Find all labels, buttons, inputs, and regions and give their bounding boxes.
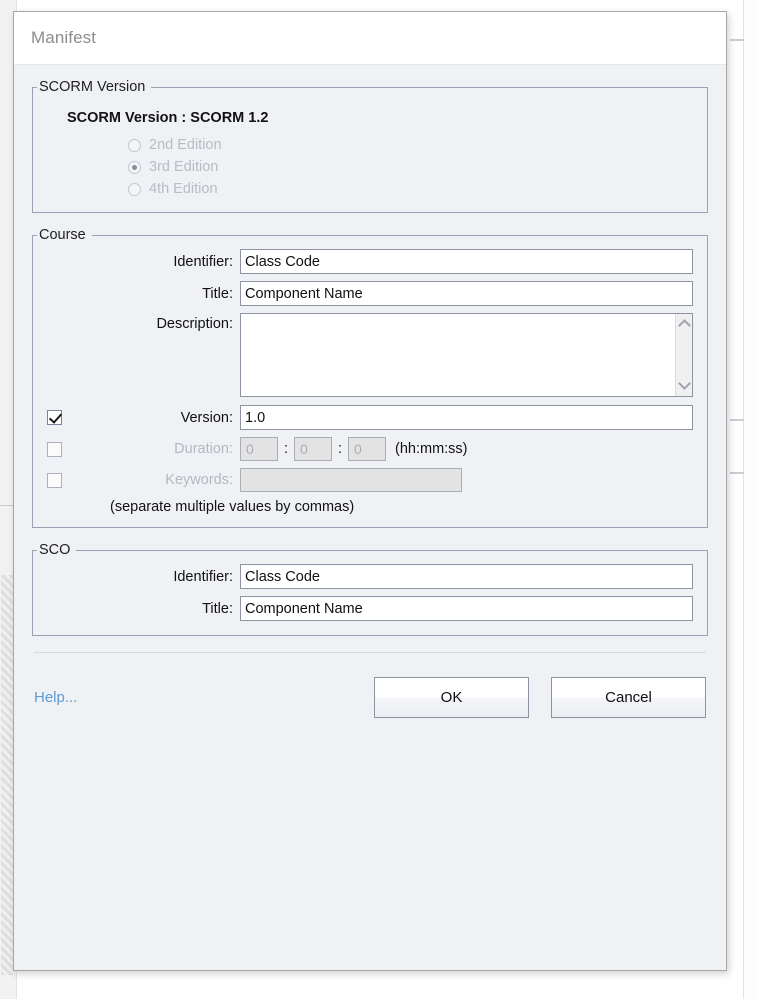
sco-identifier-label: Identifier: — [173, 568, 233, 585]
manifest-dialog: Manifest SCORM Version SCORM Version : S… — [13, 11, 727, 971]
duration-seconds-input[interactable]: 0 — [348, 437, 386, 461]
duration-hours-input[interactable]: 0 — [240, 437, 278, 461]
course-title-row: Title: Component Name — [47, 281, 693, 306]
background-right-marker-bottom — [730, 472, 744, 474]
sco-title-label: Title: — [202, 600, 233, 617]
radio-option-2nd-edition[interactable]: 2nd Edition — [128, 134, 693, 156]
duration-minutes-input[interactable]: 0 — [294, 437, 332, 461]
course-description-textarea[interactable] — [240, 313, 693, 397]
course-duration-label: Duration: — [174, 441, 233, 457]
sco-content: Identifier: Class Code Title: Component … — [33, 558, 707, 635]
course-keywords-checkbox-cell[interactable] — [47, 472, 77, 488]
radio-label-4th-edition: 4th Edition — [149, 181, 218, 197]
course-group: Course Identifier: Class Code Title: Com… — [32, 227, 708, 528]
course-duration-checkbox-cell[interactable] — [47, 441, 77, 457]
course-version-input[interactable]: 1.0 — [240, 405, 693, 430]
course-version-row: Version: 1.0 — [47, 405, 693, 430]
background-right-panel — [743, 0, 758, 999]
dialog-footer: Help... OK Cancel — [32, 653, 708, 718]
scorm-version-group: SCORM Version SCORM Version : SCORM 1.2 … — [32, 79, 708, 213]
course-title-input[interactable]: Component Name — [240, 281, 693, 306]
sco-title-row: Title: Component Name — [47, 596, 693, 621]
course-version-label: Version: — [180, 409, 233, 426]
scorm-version-content: SCORM Version : SCORM 1.2 2nd Edition 3r… — [33, 95, 707, 212]
course-duration-checkbox[interactable] — [47, 441, 62, 457]
course-description-row: Description: — [47, 313, 693, 397]
course-version-checkbox[interactable] — [47, 410, 62, 425]
duration-separator-1: : — [283, 441, 289, 457]
radio-icon-2nd-edition[interactable] — [128, 138, 141, 152]
duration-format-hint: (hh:mm:ss) — [395, 441, 468, 457]
sco-title-input[interactable]: Component Name — [240, 596, 693, 621]
radio-icon-4th-edition[interactable] — [128, 182, 141, 196]
chevron-down-icon[interactable] — [680, 381, 689, 390]
course-keywords-row: Keywords: — [47, 468, 693, 492]
course-duration-fields: 0 : 0 : 0 (hh:mm:ss) — [240, 437, 468, 461]
sco-identifier-row: Identifier: Class Code — [47, 564, 693, 589]
scorm-version-legend: SCORM Version — [39, 79, 146, 95]
duration-separator-2: : — [337, 441, 343, 457]
sco-group: SCO Identifier: Class Code Title: Compon… — [32, 542, 708, 636]
course-title-label: Title: — [202, 285, 233, 302]
course-keywords-checkbox[interactable] — [47, 472, 62, 488]
radio-label-2nd-edition: 2nd Edition — [149, 137, 222, 153]
background-divider-line — [0, 505, 14, 506]
ok-button[interactable]: OK — [374, 677, 529, 718]
radio-icon-3rd-edition[interactable] — [128, 160, 141, 174]
chevron-up-icon[interactable] — [680, 320, 689, 329]
course-description-scrollbar[interactable] — [675, 314, 692, 396]
course-identifier-label: Identifier: — [173, 253, 233, 270]
help-link[interactable]: Help... — [34, 689, 77, 706]
dialog-title: Manifest — [31, 28, 97, 47]
radio-label-3rd-edition: 3rd Edition — [149, 159, 219, 175]
course-version-checkbox-cell[interactable] — [47, 410, 77, 425]
course-description-label: Description: — [156, 316, 233, 332]
background-right-marker-top — [730, 39, 744, 41]
radio-option-4th-edition[interactable]: 4th Edition — [128, 178, 693, 200]
course-keywords-note: (separate multiple values by commas) — [110, 499, 355, 515]
course-keywords-label: Keywords: — [165, 472, 233, 488]
course-identifier-input[interactable]: Class Code — [240, 249, 693, 274]
sco-legend: SCO — [39, 542, 71, 558]
course-legend: Course — [39, 227, 86, 243]
cancel-button[interactable]: Cancel — [551, 677, 706, 718]
dialog-titlebar: Manifest — [14, 12, 726, 65]
scorm-version-value-text: SCORM Version : SCORM 1.2 — [67, 110, 269, 126]
course-keywords-input[interactable] — [240, 468, 462, 492]
course-duration-row: Duration: 0 : 0 : 0 (hh:mm:ss) — [47, 437, 693, 461]
radio-option-3rd-edition[interactable]: 3rd Edition — [128, 156, 693, 178]
sco-identifier-input[interactable]: Class Code — [240, 564, 693, 589]
background-right-marker-middle — [730, 419, 744, 421]
course-identifier-row: Identifier: Class Code — [47, 249, 693, 274]
course-content: Identifier: Class Code Title: Component … — [33, 243, 707, 527]
dialog-body: SCORM Version SCORM Version : SCORM 1.2 … — [14, 65, 726, 718]
course-description-text[interactable] — [241, 314, 675, 396]
